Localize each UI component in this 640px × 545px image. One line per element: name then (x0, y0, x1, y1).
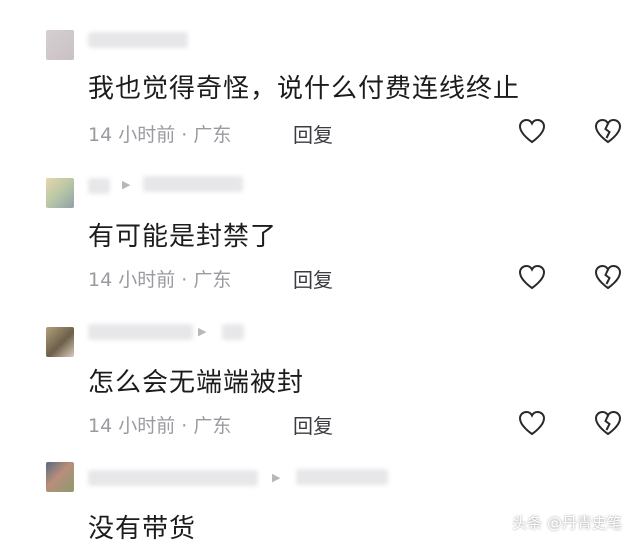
comment-meta: 14 小时前 · 广东 (88, 415, 232, 437)
triangle-right-icon: ▶ (272, 471, 281, 484)
watermark: 头条 @丹青史笔 (512, 514, 622, 532)
reply-button[interactable]: 回复 (293, 119, 333, 148)
reply-to-username[interactable] (143, 176, 243, 192)
comment-text: 没有带货 (88, 514, 197, 544)
like-heart-icon[interactable] (517, 116, 547, 146)
avatar[interactable] (46, 30, 74, 60)
comment-meta: 14 小时前 · 广东 (88, 269, 232, 291)
comment-meta: 14 小时前 · 广东 (88, 124, 232, 146)
username[interactable] (88, 324, 193, 340)
broken-heart-icon[interactable] (593, 262, 623, 292)
username[interactable] (88, 32, 188, 48)
broken-heart-icon[interactable] (593, 116, 623, 146)
avatar[interactable] (46, 462, 74, 492)
username[interactable] (88, 470, 258, 486)
avatar[interactable] (46, 327, 74, 357)
reply-to-username[interactable] (222, 324, 244, 340)
triangle-right-icon: ▶ (122, 178, 131, 191)
reply-button[interactable]: 回复 (293, 410, 333, 439)
triangle-right-icon: ▶ (198, 325, 207, 338)
like-heart-icon[interactable] (517, 262, 547, 292)
comment-text: 我也觉得奇怪，说什么付费连线终止 (88, 74, 521, 104)
broken-heart-icon[interactable] (593, 408, 623, 438)
reply-button[interactable]: 回复 (293, 264, 333, 293)
comment-text: 怎么会无端端被封 (88, 368, 305, 398)
avatar[interactable] (46, 178, 74, 208)
username[interactable] (88, 178, 110, 194)
reply-to-username[interactable] (296, 469, 388, 485)
comment-text: 有可能是封禁了 (88, 222, 278, 252)
like-heart-icon[interactable] (517, 408, 547, 438)
